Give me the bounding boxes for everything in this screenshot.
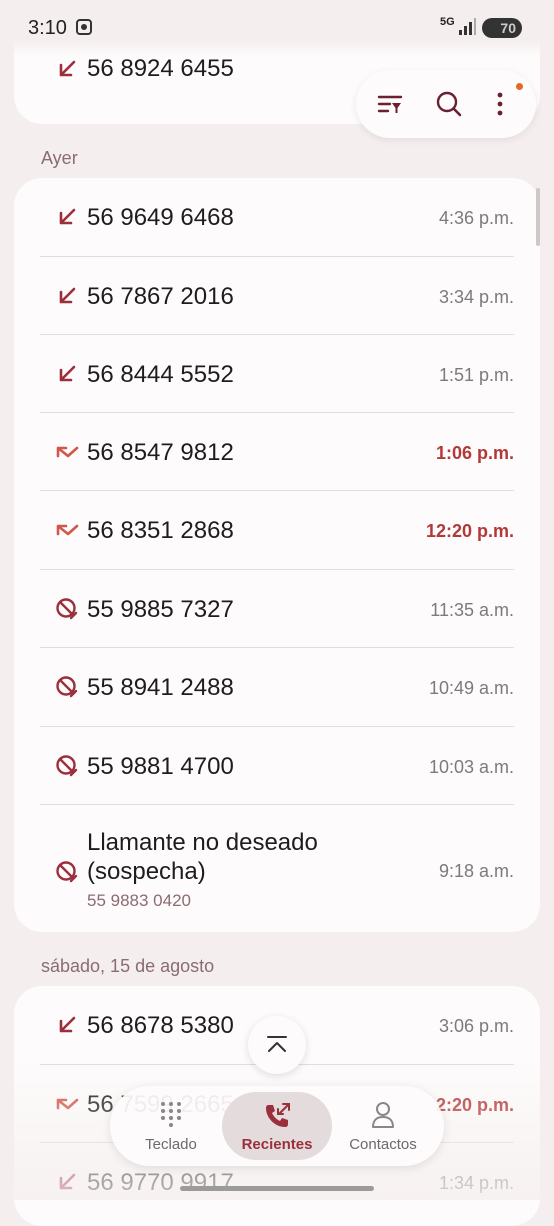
missed-call-icon <box>56 1098 79 1110</box>
call-time: 11:35 a.m. <box>430 600 514 620</box>
call-row[interactable]: 56 8547 9812 1:06 p.m. <box>14 413 540 491</box>
nav-contacts[interactable]: Contactos <box>328 1092 438 1160</box>
call-time: 9:18 a.m. <box>438 861 514 881</box>
notification-dot <box>516 83 523 90</box>
recents-icon <box>266 1103 290 1127</box>
bottom-navigation: Teclado Recientes Contactos <box>110 1086 444 1166</box>
recent-calls-card-ayer: 56 9649 6468 4:36 p.m. 56 7867 2016 3:34… <box>14 178 540 932</box>
battery-indicator: 70 <box>482 18 522 38</box>
nav-keypad[interactable]: Teclado <box>116 1092 226 1160</box>
call-number: 56 8444 5552 <box>87 361 234 388</box>
call-time: 3:06 p.m. <box>438 1016 514 1036</box>
signal-icon <box>459 18 476 35</box>
search-icon[interactable] <box>433 88 465 120</box>
call-row[interactable]: 55 9885 7327 11:35 a.m. <box>14 570 540 648</box>
blocked-call-icon <box>56 861 78 883</box>
network-type: 5G <box>440 16 455 28</box>
nav-keypad-label: Teclado <box>145 1136 197 1153</box>
call-time: 10:03 a.m. <box>428 757 514 777</box>
call-number: 56 8678 5380 <box>87 1012 234 1039</box>
call-row[interactable]: 56 8444 5552 1:51 p.m. <box>14 335 540 413</box>
call-time: 1:34 p.m. <box>438 1173 514 1193</box>
call-time: 10:49 a.m. <box>428 678 514 698</box>
more-icon[interactable] <box>484 88 516 120</box>
call-number: 55 9881 4700 <box>87 753 234 780</box>
call-time: 1:06 p.m. <box>435 443 514 463</box>
call-row[interactable]: 55 9881 4700 10:03 a.m. <box>14 727 540 805</box>
call-time: 2:20 p.m. <box>435 1095 514 1115</box>
incoming-call-icon <box>59 1173 76 1190</box>
status-bar: 3:10 5G 70 <box>0 0 554 56</box>
blocked-call-icon <box>56 598 78 620</box>
screenshot-icon <box>76 19 92 35</box>
call-time: 3:34 p.m. <box>438 287 514 307</box>
call-number: 56 8547 9812 <box>87 439 234 466</box>
call-row[interactable]: 56 9649 6468 4:36 p.m. <box>14 178 540 256</box>
caller-number: 55 9883 0420 <box>87 891 191 910</box>
nav-recents-label: Recientes <box>241 1136 313 1153</box>
incoming-call-icon <box>59 60 76 77</box>
caller-name-line2: (sospecha) <box>87 858 206 885</box>
blocked-call-icon <box>56 755 78 777</box>
call-time: 12:20 p.m. <box>425 521 514 541</box>
call-row-spam[interactable]: Llamante no deseado (sospecha) 55 9883 0… <box>14 805 540 932</box>
call-time: 4:36 p.m. <box>438 208 514 228</box>
call-number: 55 8941 2488 <box>87 674 234 701</box>
keypad-icon <box>161 1102 181 1127</box>
blocked-call-icon <box>56 676 78 698</box>
call-number: 56 8924 6455 <box>87 55 234 82</box>
incoming-call-icon <box>59 365 76 382</box>
nav-contacts-label: Contactos <box>349 1136 417 1153</box>
home-indicator[interactable] <box>180 1186 374 1191</box>
missed-call-icon <box>56 524 79 536</box>
call-row[interactable]: 55 8941 2488 10:49 a.m. <box>14 648 540 726</box>
incoming-call-icon <box>59 1016 76 1033</box>
call-number: 56 8351 2868 <box>87 517 234 544</box>
status-time: 3:10 <box>28 17 67 39</box>
call-row[interactable]: 56 7867 2016 3:34 p.m. <box>14 257 540 335</box>
scrollbar[interactable] <box>536 188 540 246</box>
call-number: 56 9770 9917 <box>87 1169 234 1196</box>
contacts-icon <box>372 1102 394 1128</box>
section-label-ayer: Ayer <box>41 148 78 168</box>
nav-recents[interactable]: Recientes <box>222 1092 332 1160</box>
scroll-to-top-button[interactable] <box>248 1016 306 1074</box>
chevron-up-icon <box>267 1036 287 1052</box>
filter-icon[interactable] <box>374 88 406 120</box>
call-time: 1:51 p.m. <box>438 365 514 385</box>
caller-name-line1: Llamante no deseado <box>87 829 318 856</box>
call-number: 55 9885 7327 <box>87 596 234 623</box>
call-row[interactable]: 56 8351 2868 12:20 p.m. <box>14 491 540 569</box>
incoming-call-icon <box>59 208 76 225</box>
missed-call-icon <box>56 446 79 458</box>
call-number: 56 7867 2016 <box>87 283 234 310</box>
top-toolbar <box>356 70 536 138</box>
incoming-call-icon <box>59 287 76 304</box>
call-number: 56 9649 6468 <box>87 204 234 231</box>
section-label-saturday: sábado, 15 de agosto <box>41 956 215 976</box>
